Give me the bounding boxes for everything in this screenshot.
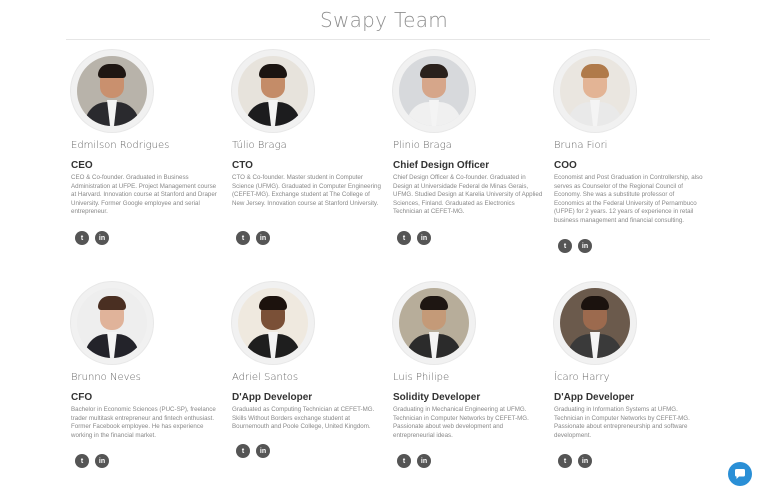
avatar-frame	[554, 282, 636, 364]
avatar	[77, 56, 147, 126]
page-title: Swapy Team	[319, 8, 449, 32]
twitter-icon[interactable]: t	[75, 454, 89, 468]
avatar-frame	[232, 50, 314, 132]
member-bio: CTO & Co-founder. Master student in Comp…	[232, 174, 381, 207]
linkedin-icon[interactable]: in	[578, 454, 592, 468]
member-bio: CEO & Co-founder. Graduated in Business …	[71, 174, 217, 216]
team-member-card: Bruna Fiori COO Economist and Post Gradu…	[553, 48, 714, 278]
team-member-card: Túlio Braga CTO CTO & Co-founder. Master…	[231, 48, 392, 278]
twitter-icon[interactable]: t	[236, 231, 250, 245]
avatar-frame	[232, 282, 314, 364]
team-member-card: Edmilson Rodrigues CEO CEO & Co-founder.…	[70, 48, 231, 278]
member-name: Brunno Neves	[71, 372, 141, 383]
member-role: Solidity Developer	[393, 392, 481, 403]
twitter-icon[interactable]: t	[397, 454, 411, 468]
team-member-card: Plinio Braga Chief Design Officer Chief …	[392, 48, 553, 278]
team-member-card: Adriel Santos D'App Developer Graduated …	[231, 280, 392, 480]
team-grid: Edmilson Rodrigues CEO CEO & Co-founder.…	[70, 48, 710, 278]
avatar-frame	[393, 50, 475, 132]
member-bio: Chief Design Officer & Co-founder. Gradu…	[393, 174, 543, 216]
social-links: t in	[236, 231, 270, 245]
linkedin-icon[interactable]: in	[578, 239, 592, 253]
member-name: Bruna Fiori	[554, 140, 608, 151]
avatar	[399, 288, 469, 358]
team-grid-row-2: Brunno Neves CFO Bachelor in Economic Sc…	[70, 280, 710, 480]
member-bio: Graduating in Mechanical Engineering at …	[393, 406, 529, 439]
member-bio: Graduated as Computing Technician at CEF…	[232, 406, 375, 431]
linkedin-icon[interactable]: in	[256, 444, 270, 458]
twitter-icon[interactable]: t	[236, 444, 250, 458]
chat-bubble-icon	[735, 469, 745, 479]
member-role: CFO	[71, 392, 93, 403]
title-divider	[66, 39, 710, 40]
member-name: Luis Philipe	[393, 372, 450, 383]
linkedin-icon[interactable]: in	[95, 231, 109, 245]
team-member-card: Ícaro Harry D'App Developer Graduating i…	[553, 280, 714, 480]
avatar	[560, 288, 630, 358]
avatar-frame	[393, 282, 475, 364]
chat-button[interactable]	[728, 462, 752, 486]
member-role: COO	[554, 160, 577, 171]
linkedin-icon[interactable]: in	[417, 454, 431, 468]
member-name: Ícaro Harry	[554, 372, 610, 383]
linkedin-icon[interactable]: in	[417, 231, 431, 245]
twitter-icon[interactable]: t	[75, 231, 89, 245]
member-name: Adriel Santos	[232, 372, 299, 383]
member-role: Chief Design Officer	[393, 160, 490, 171]
member-name: Túlio Braga	[232, 140, 287, 151]
social-links: t in	[236, 444, 270, 458]
avatar	[238, 56, 308, 126]
avatar-frame	[71, 282, 153, 364]
team-member-card: Brunno Neves CFO Bachelor in Economic Sc…	[70, 280, 231, 480]
twitter-icon[interactable]: t	[558, 239, 572, 253]
avatar	[238, 288, 308, 358]
social-links: t in	[558, 454, 592, 468]
social-links: t in	[75, 454, 109, 468]
twitter-icon[interactable]: t	[397, 231, 411, 245]
member-bio: Bachelor in Economic Sciences (PUC-SP), …	[71, 406, 216, 439]
avatar	[560, 56, 630, 126]
member-role: CEO	[71, 160, 93, 171]
member-bio: Economist and Post Graduation in Control…	[554, 174, 703, 224]
avatar	[77, 288, 147, 358]
linkedin-icon[interactable]: in	[256, 231, 270, 245]
member-role: D'App Developer	[554, 392, 635, 403]
member-name: Plinio Braga	[393, 140, 452, 151]
avatar-frame	[554, 50, 636, 132]
social-links: t in	[397, 454, 431, 468]
avatar-frame	[71, 50, 153, 132]
social-links: t in	[75, 231, 109, 245]
team-member-card: Luis Philipe Solidity Developer Graduati…	[392, 280, 553, 480]
member-role: CTO	[232, 160, 253, 171]
member-bio: Graduating in Information Systems at UFM…	[554, 406, 690, 439]
social-links: t in	[558, 239, 592, 253]
member-name: Edmilson Rodrigues	[71, 140, 170, 151]
linkedin-icon[interactable]: in	[95, 454, 109, 468]
member-role: D'App Developer	[232, 392, 313, 403]
social-links: t in	[397, 231, 431, 245]
avatar	[399, 56, 469, 126]
twitter-icon[interactable]: t	[558, 454, 572, 468]
